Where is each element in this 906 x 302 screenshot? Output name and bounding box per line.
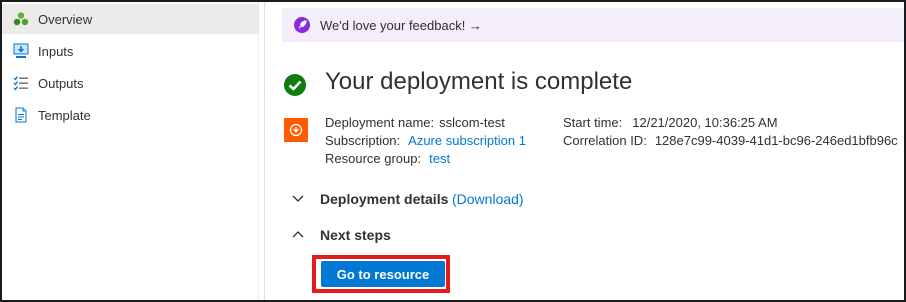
sidebar-item-inputs[interactable]: Inputs	[2, 36, 258, 66]
next-steps-toggle[interactable]: Next steps	[320, 227, 391, 243]
check-circle-icon	[284, 74, 306, 96]
chevron-up-icon[interactable]	[292, 229, 304, 239]
subscription-label: Subscription:	[325, 133, 401, 148]
sidebar-item-template[interactable]: Template	[2, 100, 258, 130]
content-divider	[264, 2, 265, 300]
resource-group-label: Resource group:	[325, 151, 422, 166]
rocket-icon	[294, 17, 310, 33]
sidebar-item-label: Template	[38, 108, 91, 123]
template-icon	[15, 107, 27, 123]
start-time-row: Start time: 12/21/2020, 10:36:25 AM	[563, 115, 778, 130]
sidebar-item-label: Outputs	[38, 76, 84, 91]
download-link[interactable]: (Download)	[452, 191, 524, 207]
start-time-value: 12/21/2020, 10:36:25 AM	[632, 115, 778, 130]
deployment-name-row: Deployment name: sslcom-test	[325, 115, 505, 130]
feedback-text[interactable]: We'd love your feedback! →	[320, 18, 482, 33]
correlation-id-label: Correlation ID:	[563, 133, 647, 148]
correlation-id-row: Correlation ID: 128e7c99-4039-41d1-bc96-2…	[563, 133, 898, 148]
overview-icon	[13, 12, 29, 26]
subscription-link[interactable]: Azure subscription 1	[408, 133, 526, 148]
deployment-details-toggle[interactable]: Deployment details	[320, 191, 448, 207]
chevron-down-icon[interactable]	[292, 194, 304, 204]
app-frame: Overview Inputs Outputs Template We'd lo…	[0, 0, 906, 302]
deployment-resource-icon	[284, 118, 308, 142]
resource-group-row: Resource group: test	[325, 151, 450, 166]
page-title: Your deployment is complete	[325, 68, 633, 95]
outputs-icon	[13, 76, 28, 91]
sidebar-divider	[258, 2, 259, 300]
sidebar-item-outputs[interactable]: Outputs	[2, 68, 258, 98]
start-time-label: Start time:	[563, 115, 623, 130]
deployment-name-value: sslcom-test	[439, 115, 505, 130]
feedback-banner[interactable]: We'd love your feedback! →	[282, 8, 904, 42]
resource-group-link[interactable]: test	[429, 151, 450, 166]
sidebar-item-label: Overview	[38, 12, 93, 27]
sidebar-item-overview[interactable]: Overview	[2, 4, 258, 34]
sidebar-item-label: Inputs	[38, 44, 74, 59]
sidebar: Overview Inputs Outputs Template	[2, 2, 258, 300]
subscription-row: Subscription: Azure subscription 1	[325, 133, 526, 148]
deployment-name-label: Deployment name:	[325, 115, 435, 130]
inputs-icon	[13, 43, 29, 58]
go-to-resource-button[interactable]: Go to resource	[321, 261, 445, 287]
correlation-id-value: 128e7c99-4039-41d1-bc96-246ed1bfb96c	[654, 133, 898, 148]
